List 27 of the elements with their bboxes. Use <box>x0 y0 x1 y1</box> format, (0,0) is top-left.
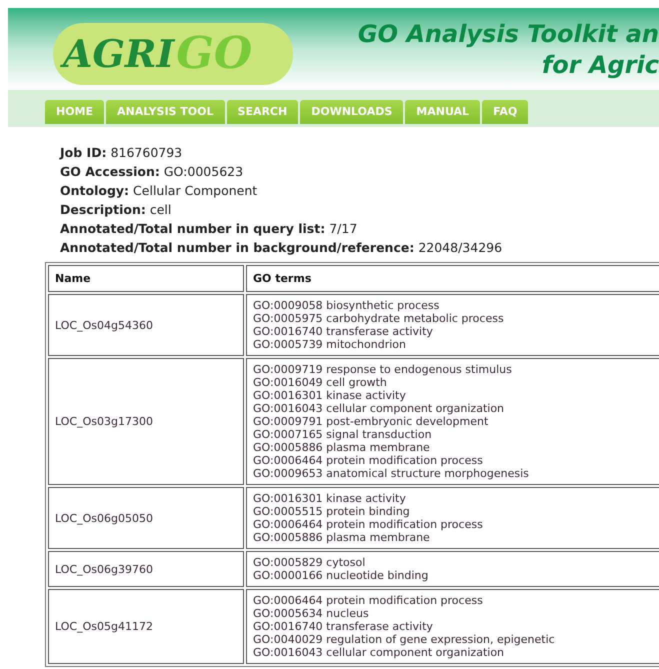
table-cell: LOC_Os03g17300 <box>48 358 244 485</box>
logo-text: GO <box>176 32 252 76</box>
site-title: GO Analysis Toolkit an <box>358 19 659 50</box>
site-title: for Agric <box>542 50 659 80</box>
info-line: GO Accession: GO:0005623 <box>60 163 244 181</box>
nav-tab[interactable]: MANUAL <box>405 100 480 124</box>
table-cell: LOC_Os06g39760 <box>48 551 244 587</box>
nav-tab[interactable]: FAQ <box>482 100 528 124</box>
table-cell: GO:0009719 response to endogenous stimulus GO:0016049 cell growth GO:0016301 kinase activity GO:0016043 cellular component organization GO:0009791 post-embryonic development GO:0007165 signal transduction GO:0005886 plasma membrane GO:0006464 protein modification process GO:0009653 anatomical structure morphogenesis <box>246 358 659 485</box>
table-cell: GO:0005829 cytosol GO:0000166 nucleotide binding <box>246 551 659 587</box>
table-cell: GO:0006464 protein modification process GO:0005634 nucleus GO:0016740 transferase activity GO:0040029 regulation of gene expression, epigenetic GO:0016043 cellular component organization <box>246 589 659 664</box>
table-cell: LOC_Os05g41172 <box>48 589 244 664</box>
info-line: Job ID: 816760793 <box>60 144 184 162</box>
table-cell: GO:0009058 biosynthetic process GO:0005975 carbohydrate metabolic process GO:0016740 transferase activity GO:0005739 mitochondrion <box>246 294 659 356</box>
nav-tab[interactable]: SEARCH <box>226 100 298 124</box>
nav-tab[interactable]: HOME <box>45 100 104 124</box>
table-cell: GO:0016301 kinase activity GO:0005515 protein binding GO:0006464 protein modification process GO:0005886 plasma membrane <box>246 487 659 549</box>
nav-tab[interactable]: ANALYSIS TOOL <box>106 100 225 124</box>
table-cell: LOC_Os06g05050 <box>48 487 244 549</box>
info-line: Annotated/Total number in query list: 7/17 <box>60 220 358 238</box>
info-line: Description: cell <box>60 201 172 219</box>
info-line: Ontology: Cellular Component <box>60 182 258 200</box>
column-header: GO terms <box>246 265 659 292</box>
nav-tab[interactable]: DOWNLOADS <box>300 100 404 124</box>
info-line: Annotated/Total number in background/reference: 22048/34296 <box>60 239 504 257</box>
table-cell: LOC_Os04g54360 <box>48 294 244 356</box>
column-header: Name <box>48 265 244 292</box>
